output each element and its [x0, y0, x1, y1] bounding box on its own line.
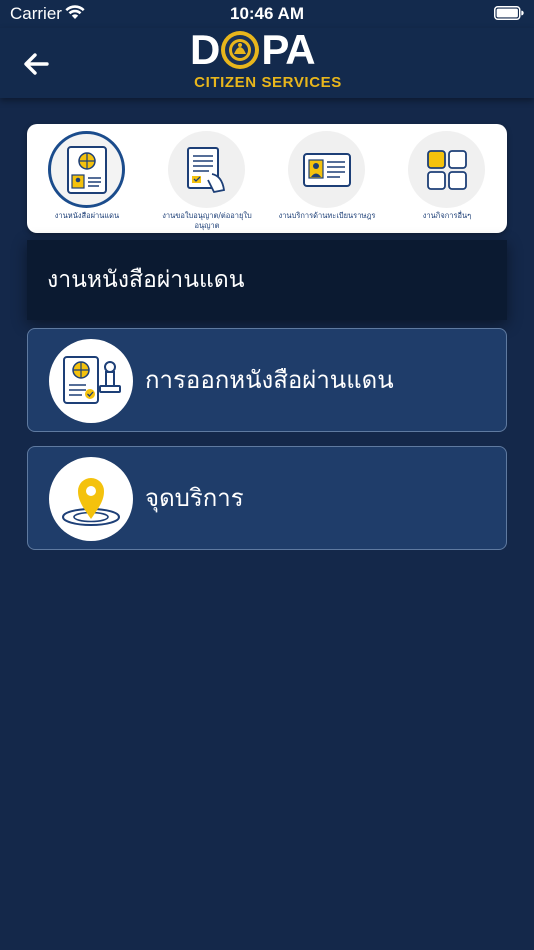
category-license[interactable]: งานขอใบอนุญาต/ต่ออายุใบอนุญาต: [147, 129, 267, 233]
service-label: จุดบริการ: [145, 484, 244, 512]
category-passport[interactable]: งานหนังสือผ่านแดน: [27, 129, 147, 233]
arrow-left-icon: [24, 53, 49, 75]
seal-icon: [221, 31, 260, 69]
category-label: งานหนังสือผ่านแดน: [54, 211, 120, 220]
id-card-icon: [302, 152, 351, 187]
category-label: งานกิจการอื่นๆ: [422, 211, 472, 220]
nav-bar: D PA CITIZEN SERVICES: [0, 28, 534, 98]
grid-apps-icon: [426, 149, 467, 190]
back-button[interactable]: [18, 46, 54, 82]
category-others[interactable]: งานกิจการอื่นๆ: [387, 129, 507, 233]
service-points[interactable]: จุดบริการ: [27, 446, 507, 550]
logo-subtitle: CITIZEN SERVICES: [194, 74, 342, 91]
category-label: งานบริการด้านทะเบียนราษฎร: [278, 211, 376, 220]
dopa-logo: D PA CITIZEN SERVICES: [190, 26, 346, 94]
status-time: 10:46 AM: [229, 4, 304, 23]
service-label: การออกหนังสือผ่านแดน: [145, 366, 394, 394]
section-title: งานหนังสือผ่านแดน: [47, 267, 245, 293]
license-form-icon: [186, 146, 225, 193]
category-selector: งานหนังสือผ่านแดน งานขอใบอนุญาต/ต่ออายุใ…: [27, 124, 507, 233]
stamped-passport-icon: [63, 356, 121, 404]
battery-icon: [494, 6, 524, 25]
status-bar: Carrier 10:46 AM: [0, 0, 534, 28]
category-civil-registration[interactable]: งานบริการด้านทะเบียนราษฎร: [267, 129, 387, 233]
section-header: งานหนังสือผ่านแดน: [27, 240, 507, 320]
category-label: งานขอใบอนุญาต/ต่ออายุใบอนุญาต: [162, 211, 252, 230]
service-passport-issuance[interactable]: การออกหนังสือผ่านแดน: [27, 328, 507, 432]
logo-letter-d: D: [190, 26, 220, 73]
passport-icon: [66, 145, 107, 194]
logo-letters-pa: PA: [261, 26, 315, 73]
location-pin-icon: [62, 478, 120, 526]
